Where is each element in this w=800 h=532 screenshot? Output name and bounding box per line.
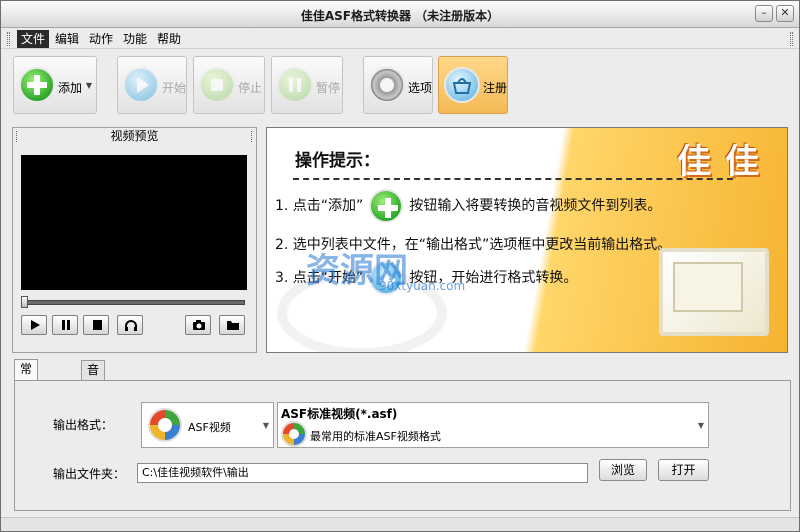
seek-thumb[interactable] xyxy=(21,296,28,308)
dropdown-arrow-icon: ▼ xyxy=(697,421,704,430)
headphones-icon xyxy=(125,320,137,331)
minimize-button[interactable]: – xyxy=(755,5,773,22)
browse-button[interactable]: 浏览 xyxy=(599,459,647,481)
camera-icon xyxy=(193,320,205,330)
format-detail-title: ASF标准视频(*.asf) xyxy=(281,407,398,421)
dropdown-arrow-icon: ▼ xyxy=(85,81,92,90)
monitor-decoration xyxy=(659,248,769,336)
pause-button[interactable] xyxy=(52,315,78,335)
tips-panel: 操作提示： 佳佳 1. 点击“添加” 按钮输入将要转换的音视频文件到列表。 2. … xyxy=(266,127,788,353)
stop-icon xyxy=(199,67,235,103)
open-folder-button[interactable] xyxy=(219,315,245,335)
gear-icon xyxy=(369,67,405,103)
output-folder-label: 输出文件夹： xyxy=(53,467,126,481)
volume-button[interactable] xyxy=(117,315,143,335)
tip-line-1-end: 按钮输入将要转换的音视频文件到列表。 xyxy=(409,198,662,214)
preview-title: 视频预览 xyxy=(110,129,159,143)
register-label: 注册 xyxy=(483,81,508,95)
add-label: 添加 xyxy=(58,81,83,95)
format-detail-select[interactable]: ASF标准视频(*.asf) 最常用的标准ASF视频格式 ▼ xyxy=(277,402,709,448)
stop-button[interactable] xyxy=(83,315,109,335)
toolbar: 添加 ▼ 开始 停止 暂停 选项 注册 xyxy=(1,50,799,122)
menu-action[interactable]: 动作 xyxy=(85,30,117,48)
basket-icon xyxy=(444,67,480,103)
tab-advanced-settings[interactable]: 音视频高级设置 xyxy=(81,360,106,485)
dropdown-arrow-icon: ▼ xyxy=(262,421,269,430)
status-bar xyxy=(1,517,799,531)
snapshot-button[interactable] xyxy=(185,315,211,335)
panel-grip xyxy=(251,131,253,142)
media-format-icon xyxy=(281,421,307,447)
open-button[interactable]: 打开 xyxy=(658,459,709,481)
menu-grip-right xyxy=(790,32,793,46)
output-format-label: 输出格式： xyxy=(53,418,114,432)
add-button[interactable]: 添加 ▼ xyxy=(13,56,97,114)
settings-panel: 输出格式： ASF视频 ▼ ASF标准视频(*.asf) 最常用的标准ASF视频… xyxy=(14,380,791,511)
watermark-url: 90xtyuan.com xyxy=(379,279,466,293)
stop-label: 停止 xyxy=(238,81,263,95)
media-format-icon xyxy=(148,408,182,442)
stop-button[interactable]: 停止 xyxy=(193,56,265,114)
stop-icon xyxy=(93,320,102,330)
plus-icon xyxy=(19,67,55,103)
output-folder-input[interactable]: C:\佳佳视频软件\输出 xyxy=(137,463,588,483)
menu-bar: 文件 编辑 动作 功能 帮助 xyxy=(1,29,799,49)
tip-line-1-start: 1. 点击“添加” xyxy=(275,198,364,214)
tab-general-settings[interactable]: 常规设置 xyxy=(14,359,39,430)
output-format-value: ASF视频 xyxy=(188,421,231,434)
app-window: 佳佳ASF格式转换器 （未注册版本） – ✕ 文件 编辑 动作 功能 帮助 添加… xyxy=(0,0,800,532)
options-button[interactable]: 选项 xyxy=(363,56,433,114)
divider xyxy=(293,178,733,180)
pause-icon xyxy=(277,67,313,103)
title-bar: 佳佳ASF格式转换器 （未注册版本） – ✕ xyxy=(1,1,799,28)
options-label: 选项 xyxy=(408,81,433,95)
pause-label: 暂停 xyxy=(316,81,341,95)
start-button[interactable]: 开始 xyxy=(117,56,187,114)
output-format-select[interactable]: ASF视频 ▼ xyxy=(141,402,274,448)
monitor-screen xyxy=(673,262,743,312)
plus-icon xyxy=(369,189,404,223)
start-label: 开始 xyxy=(162,81,187,95)
pause-icon xyxy=(62,320,70,330)
play-icon xyxy=(31,320,40,330)
menu-grip xyxy=(7,32,10,46)
menu-file[interactable]: 文件 xyxy=(17,30,50,48)
tip-line-1: 1. 点击“添加” 按钮输入将要转换的音视频文件到列表。 xyxy=(275,189,661,223)
menu-edit[interactable]: 编辑 xyxy=(51,30,83,48)
brand-logo: 佳佳 xyxy=(677,142,773,182)
close-button[interactable]: ✕ xyxy=(776,5,794,22)
menu-help[interactable]: 帮助 xyxy=(153,30,185,48)
video-screen[interactable] xyxy=(21,155,247,290)
video-preview-panel: 视频预览 xyxy=(12,127,257,353)
seek-bar[interactable] xyxy=(23,300,245,305)
menu-function[interactable]: 功能 xyxy=(119,30,151,48)
tips-heading: 操作提示： xyxy=(295,151,380,171)
register-button[interactable]: 注册 xyxy=(438,56,508,114)
folder-icon xyxy=(227,321,239,330)
play-button[interactable] xyxy=(21,315,47,335)
format-detail-desc: 最常用的标准ASF视频格式 xyxy=(310,430,441,443)
play-icon xyxy=(123,67,159,103)
pause-button[interactable]: 暂停 xyxy=(271,56,343,114)
window-title: 佳佳ASF格式转换器 （未注册版本） xyxy=(300,9,500,23)
